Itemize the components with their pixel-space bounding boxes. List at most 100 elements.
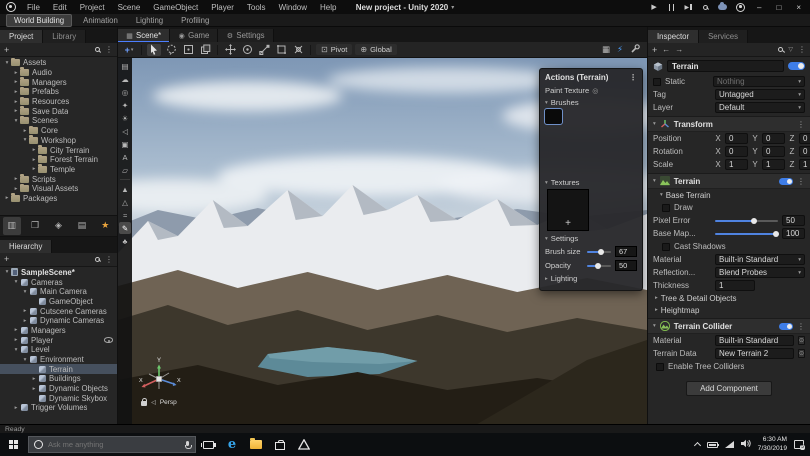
filter-icon[interactable]: ▽ [788, 46, 793, 53]
search-icon[interactable] [95, 47, 100, 52]
base-terrain-foldout[interactable]: ▾Base Terrain [648, 189, 810, 201]
panel-tab[interactable]: Services [699, 30, 748, 43]
terrain-smooth-icon[interactable]: ≈ [119, 209, 131, 221]
expand-arrow-icon[interactable]: ▾ [12, 118, 20, 124]
project-tree-item[interactable]: ▸ Prefabs [0, 87, 117, 97]
project-tree-item[interactable]: ▸ Managers [0, 77, 117, 87]
expand-arrow-icon[interactable]: ▸ [12, 176, 20, 182]
volume-icon[interactable] [741, 439, 751, 450]
expand-arrow-icon[interactable]: ▸ [12, 70, 20, 76]
expand-arrow-icon[interactable]: ▸ [12, 186, 20, 192]
project-tree-item[interactable]: ▸ Scripts [0, 174, 117, 184]
title-caret-icon[interactable]: ▾ [451, 4, 454, 11]
lighting-bolt-icon[interactable]: ⚡ [617, 44, 623, 55]
favorites-star-icon[interactable]: ★ [96, 217, 114, 235]
view-tab[interactable]: ▦ Scene* [118, 29, 170, 42]
layer-dropdown[interactable]: Default▾ [715, 102, 805, 113]
forward-arrow-icon[interactable]: → [675, 45, 683, 54]
brush-thumbnail[interactable] [602, 160, 619, 175]
active-toggle[interactable] [788, 62, 805, 70]
rotate-tool[interactable] [240, 44, 254, 56]
cortana-search-box[interactable] [28, 436, 196, 453]
project-tree-item[interactable]: ▸ Save Data [0, 106, 117, 116]
transform-header[interactable]: ▾ Transform ⋮ [648, 116, 810, 132]
terrain-lower-icon[interactable]: △ [119, 196, 131, 208]
kebab-menu-icon[interactable]: ⋮ [797, 322, 805, 331]
duplicate-tool[interactable] [198, 44, 212, 56]
account-avatar[interactable] [736, 2, 745, 12]
project-tree-item[interactable]: ▾ Scenes [0, 116, 117, 126]
visibility-eye-icon[interactable] [104, 337, 113, 343]
terrain-raise-icon[interactable]: ▲ [119, 183, 131, 195]
expand-arrow-icon[interactable]: ▸ [30, 166, 38, 172]
hierarchy-tree-item[interactable]: ▾ Level [0, 345, 117, 355]
close-button[interactable]: × [793, 3, 804, 12]
brush-thumbnail[interactable] [545, 126, 562, 141]
enable-tree-colliders-checkbox[interactable] [656, 363, 664, 371]
hierarchy-tree-item[interactable]: ▾ Main Camera [0, 287, 117, 297]
thickness-field[interactable]: 1 [715, 280, 755, 291]
task-view-button[interactable] [196, 433, 220, 456]
panel-tab[interactable]: Library [43, 30, 86, 43]
text-icon[interactable]: A [119, 151, 131, 163]
position-z-field[interactable]: 0 [799, 133, 810, 144]
settings-foldout[interactable]: ▾Settings [545, 234, 637, 243]
texture-slot[interactable]: + [547, 189, 589, 231]
expand-arrow-icon[interactable]: ▾ [21, 357, 29, 363]
lasso-tool[interactable] [164, 44, 178, 56]
project-tree-item[interactable]: ▾ Assets [0, 58, 117, 68]
expand-arrow-icon[interactable]: ▾ [3, 60, 11, 66]
menu-item[interactable]: Window [273, 2, 313, 13]
brush-thumbnail[interactable] [545, 160, 562, 175]
brush-thumbnail[interactable] [583, 126, 600, 141]
tray-expand-icon[interactable] [694, 442, 701, 449]
notes-icon[interactable]: ▤ [73, 217, 91, 235]
persp-toggle-icon[interactable]: ◁ [151, 399, 156, 406]
select-tool[interactable] [147, 44, 161, 56]
brush-thumbnail[interactable] [545, 143, 562, 158]
hierarchy-tree-item[interactable]: ▸ Dynamic Cameras [0, 316, 117, 326]
add-gameobject-button[interactable]: + [4, 254, 9, 264]
material-dropdown[interactable]: Built-in Standard▾ [715, 254, 805, 265]
heightmap-foldout[interactable]: ▸Heightmap [648, 304, 810, 316]
object-picker-icon[interactable]: ⊙ [798, 336, 805, 345]
store-icon[interactable] [268, 433, 292, 456]
brush-thumbnail[interactable] [564, 109, 581, 124]
object-picker-icon[interactable]: ⊙ [798, 349, 805, 358]
brush-thumbnail[interactable] [621, 143, 638, 158]
view-tab[interactable]: ⚙ Settings [218, 29, 273, 42]
menu-item[interactable]: Help [314, 2, 342, 13]
assets-package-icon[interactable]: ▥ [3, 217, 21, 235]
expand-arrow-icon[interactable]: ▾ [21, 289, 29, 295]
persp-label[interactable]: Persp [160, 399, 177, 406]
lock-icon[interactable] [141, 401, 147, 406]
layout-tab[interactable]: Animation [76, 15, 125, 26]
rect-tool[interactable] [274, 44, 288, 56]
hierarchy-tree-item[interactable]: ▾ SampleScene* [0, 268, 117, 278]
frame-tool[interactable] [181, 44, 195, 56]
kebab-menu-icon[interactable]: ⋮ [797, 120, 805, 129]
move-tool[interactable] [223, 44, 237, 56]
brush-thumbnail[interactable] [583, 160, 600, 175]
maximize-button[interactable]: □ [773, 3, 784, 12]
menu-item[interactable]: Project [74, 2, 111, 13]
file-explorer-icon[interactable] [244, 433, 268, 456]
terrain-trees-icon[interactable]: ♣ [119, 235, 131, 247]
brush-thumbnail[interactable] [583, 109, 600, 124]
edge-browser-icon[interactable]: e [220, 433, 244, 456]
hierarchy-tree-item[interactable]: ▸ Cutscene Cameras [0, 306, 117, 316]
project-tree-item[interactable]: ▸ City Terrain [0, 145, 117, 155]
position-x-field[interactable]: 0 [725, 133, 748, 144]
kebab-menu-icon[interactable]: ⋮ [798, 45, 806, 54]
add-texture-button[interactable]: + [565, 218, 571, 229]
expand-arrow-icon[interactable]: ▸ [30, 147, 38, 153]
pixel-error-value[interactable]: 50 [782, 215, 805, 226]
pixel-error-slider[interactable] [715, 220, 778, 222]
expand-arrow-icon[interactable]: ▸ [12, 89, 20, 95]
gameobject-name-field[interactable]: Terrain [667, 60, 784, 72]
battery-icon[interactable] [707, 442, 718, 448]
hierarchy-tree-item[interactable]: ▸ Player [0, 335, 117, 345]
terrain-collider-header[interactable]: ▾ Terrain Collider ⋮ [648, 318, 810, 334]
sprite-icon[interactable]: ▱ [119, 164, 131, 176]
audio-icon[interactable]: ◁ [119, 125, 131, 137]
